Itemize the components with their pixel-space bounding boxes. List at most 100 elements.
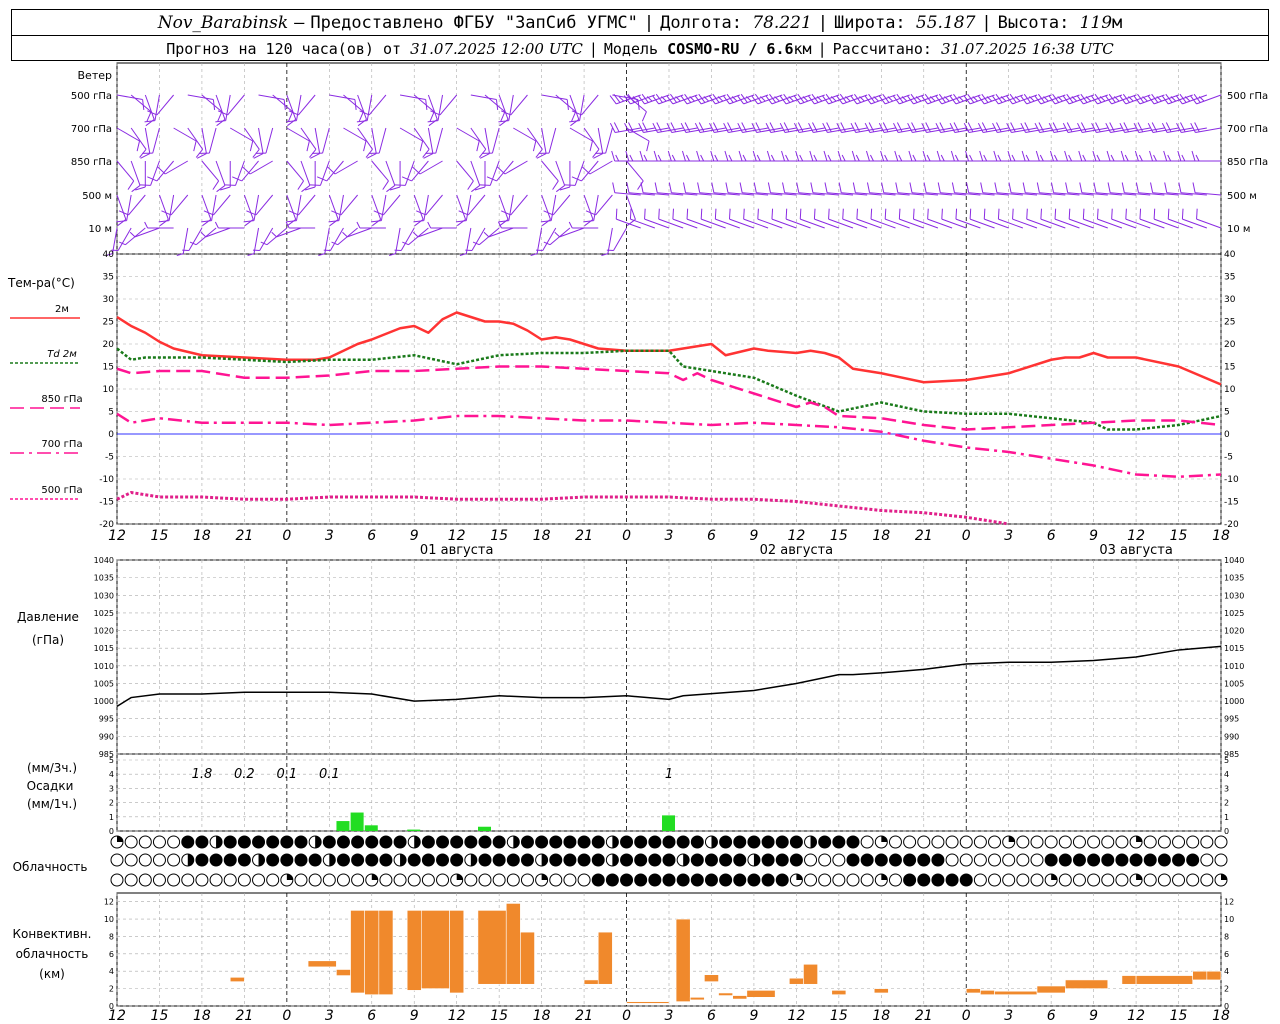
wind-barb [182,227,203,252]
cloud-fill [1087,854,1100,866]
cloud-glyph-mid [181,853,195,867]
conv-layer-bar [520,931,535,985]
x-tick-label: 12 [787,528,805,544]
wind-level-right: 850 гПа [1227,157,1268,168]
cloud-glyph-low [747,873,761,887]
wind-barb [225,160,245,186]
cloud-glyph-mid [336,853,350,867]
cloud-circle [237,873,251,887]
cloud-fill [719,854,732,866]
cloud-glyph-low [634,873,648,887]
barb-flag [1082,208,1085,220]
cloud-fill [238,836,251,848]
cloud-glyph-mid [492,853,506,867]
wind-level-left: 500 м [82,191,112,202]
cloud-glyph-low [1030,873,1044,887]
x-tick-label: 15 [151,528,169,544]
legend-label: 700 гПа [41,439,82,450]
barb-staff [984,218,1009,229]
barb-flag [613,122,620,133]
cloud-circle [945,853,959,867]
wind-barb [371,160,389,190]
cloud-fill [931,874,944,886]
cloud-fill [847,854,859,866]
cloud-fill [592,854,605,866]
barb-flag [927,208,929,220]
cloud-fill [847,836,859,848]
barb-flag [728,154,733,162]
cloud-circle [152,835,166,849]
x-tick-label: 18 [1212,528,1230,544]
barb-flag [753,182,757,193]
wind-barb [1191,150,1221,162]
x-tick-label: 15 [830,528,848,544]
temp-y-tick-right: 25 [1224,318,1235,328]
barb-flag [757,208,759,220]
pres-y-tick-right: 1035 [1224,574,1244,583]
cloud-glyph-mid [1101,853,1115,867]
cloud-glyph-mid [195,853,209,867]
cloud-fill [663,874,675,886]
cloud-circle [1058,835,1072,849]
precip-y-tick-left: 4 [109,770,114,779]
barb-flag [412,166,421,175]
conv-y-tick-left: 4 [109,967,114,976]
barb-flag [881,182,885,193]
x-tick-label-bottom: 3 [1004,1008,1013,1024]
x-tick-label: 12 [108,528,126,544]
cloud-fill [790,836,803,848]
barb-staff [1054,218,1080,229]
cloud-circle [818,873,832,887]
barb-flag [1150,182,1154,193]
barb-staff [605,127,613,154]
barb-staff [1196,218,1222,229]
barb-staff [870,218,896,229]
cloud-circle [1115,873,1129,887]
wind-barb [309,160,330,186]
x-tick-label: 21 [915,528,933,544]
cloud-circle [110,853,124,867]
cloud-fill [400,854,407,866]
cloud-fill [238,854,251,866]
conv-layer-bar [831,990,847,995]
cloud-fill [903,854,916,866]
cloud-glyph-mid [110,853,124,867]
cloud-circle [181,873,195,887]
cloud-glyph-low [407,873,421,887]
cloud-circle [804,873,818,887]
cloud-fill [187,854,194,866]
cloud-glyph-low [988,873,1002,887]
cloud-fill [634,836,647,848]
barb-staff [276,227,302,238]
pres-y-tick-left: 990 [99,732,114,741]
cloud-fill [323,836,336,848]
cloud-glyph-low [124,873,138,887]
cloud-fill [1186,854,1199,866]
barb-flag [243,220,255,223]
cloud-fill [881,836,888,842]
wind-barb [129,227,160,238]
cloud-circle [988,835,1002,849]
cloud-glyph-high [152,835,166,849]
cloud-circle [988,853,1002,867]
barb-flag [908,150,913,162]
cloud-glyph-mid [1214,853,1228,867]
cloud-glyph-low [620,873,634,887]
barb-flag [200,231,207,238]
cloud-glyph-low [266,873,280,887]
conv-layer-bar [421,910,450,989]
barb-flag [940,154,945,162]
cloud-glyph-high [1157,835,1171,849]
cloud-glyph-high [506,835,520,849]
cloud-glyph-low [336,873,350,887]
cloud-fill [1158,854,1171,866]
cloud-glyph-high [492,835,506,849]
barb-flag [127,180,135,190]
barb-flag [865,150,870,162]
barb-flag [923,182,927,193]
wind-barb [554,227,585,238]
conv-layer-bar [1036,985,1066,994]
barb-staff [371,160,389,182]
wind-barb [456,127,480,152]
cloud-glyph-low [152,873,166,887]
